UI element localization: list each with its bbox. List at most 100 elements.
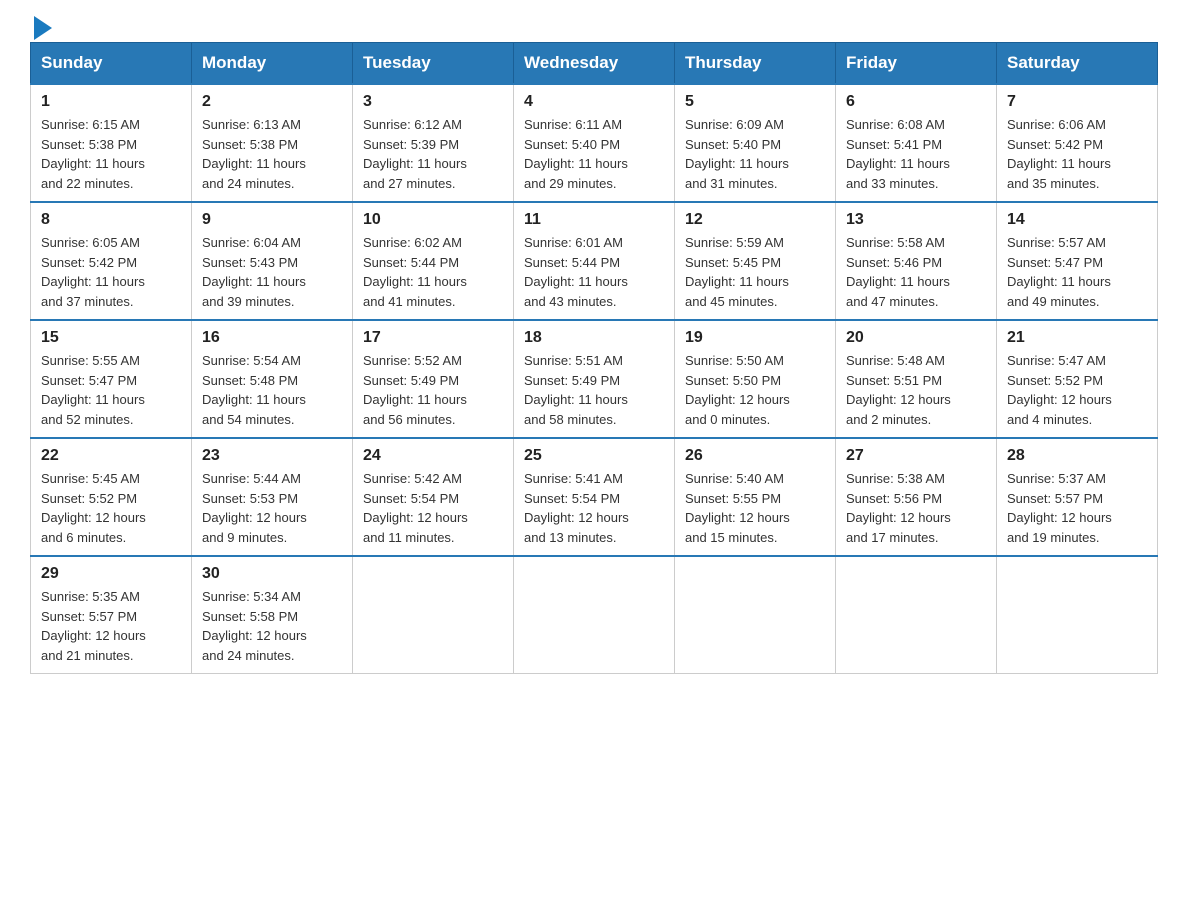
calendar-cell: 5Sunrise: 6:09 AMSunset: 5:40 PMDaylight… xyxy=(675,84,836,202)
day-info: Sunrise: 6:13 AMSunset: 5:38 PMDaylight:… xyxy=(202,115,342,193)
day-number: 19 xyxy=(685,329,825,347)
column-header-thursday: Thursday xyxy=(675,43,836,85)
calendar-cell xyxy=(836,556,997,674)
calendar-cell: 23Sunrise: 5:44 AMSunset: 5:53 PMDayligh… xyxy=(192,438,353,556)
calendar-week-row: 22 Sunrise: 5:45 AMSunset: 5:52 PMDayligh… xyxy=(31,438,1158,556)
calendar-cell: 6 Sunrise: 6:08 AMSunset: 5:41 PMDaylight… xyxy=(836,84,997,202)
day-number: 6 xyxy=(846,93,986,111)
calendar-cell: 29 Sunrise: 5:35 AMSunset: 5:57 PMDayligh… xyxy=(31,556,192,674)
column-header-saturday: Saturday xyxy=(997,43,1158,85)
column-header-sunday: Sunday xyxy=(31,43,192,85)
day-info: Sunrise: 5:35 AMSunset: 5:57 PMDaylight:… xyxy=(41,587,181,665)
calendar-week-row: 8 Sunrise: 6:05 AMSunset: 5:42 PMDaylight… xyxy=(31,202,1158,320)
logo xyxy=(30,20,52,32)
column-header-wednesday: Wednesday xyxy=(514,43,675,85)
calendar-cell xyxy=(675,556,836,674)
day-number: 27 xyxy=(846,447,986,465)
page-header xyxy=(30,20,1158,32)
day-info: Sunrise: 5:47 AMSunset: 5:52 PMDaylight:… xyxy=(1007,351,1147,429)
day-info: Sunrise: 5:42 AMSunset: 5:54 PMDaylight:… xyxy=(363,469,503,547)
day-info: Sunrise: 5:57 AMSunset: 5:47 PMDaylight:… xyxy=(1007,233,1147,311)
day-info: Sunrise: 6:11 AMSunset: 5:40 PMDaylight:… xyxy=(524,115,664,193)
calendar-cell: 12Sunrise: 5:59 AMSunset: 5:45 PMDayligh… xyxy=(675,202,836,320)
day-number: 3 xyxy=(363,93,503,111)
day-number: 26 xyxy=(685,447,825,465)
day-number: 15 xyxy=(41,329,181,347)
day-info: Sunrise: 6:12 AMSunset: 5:39 PMDaylight:… xyxy=(363,115,503,193)
day-info: Sunrise: 5:58 AMSunset: 5:46 PMDaylight:… xyxy=(846,233,986,311)
calendar-header-row: SundayMondayTuesdayWednesdayThursdayFrid… xyxy=(31,43,1158,85)
day-number: 4 xyxy=(524,93,664,111)
day-info: Sunrise: 6:04 AMSunset: 5:43 PMDaylight:… xyxy=(202,233,342,311)
calendar-cell: 25 Sunrise: 5:41 AMSunset: 5:54 PMDayligh… xyxy=(514,438,675,556)
calendar-cell: 3 Sunrise: 6:12 AMSunset: 5:39 PMDaylight… xyxy=(353,84,514,202)
day-number: 2 xyxy=(202,93,342,111)
calendar-week-row: 29 Sunrise: 5:35 AMSunset: 5:57 PMDayligh… xyxy=(31,556,1158,674)
calendar-cell: 9 Sunrise: 6:04 AMSunset: 5:43 PMDaylight… xyxy=(192,202,353,320)
calendar-cell: 16 Sunrise: 5:54 AMSunset: 5:48 PMDayligh… xyxy=(192,320,353,438)
calendar-week-row: 1Sunrise: 6:15 AMSunset: 5:38 PMDaylight… xyxy=(31,84,1158,202)
day-number: 18 xyxy=(524,329,664,347)
calendar-cell: 28 Sunrise: 5:37 AMSunset: 5:57 PMDayligh… xyxy=(997,438,1158,556)
day-info: Sunrise: 5:40 AMSunset: 5:55 PMDaylight:… xyxy=(685,469,825,547)
calendar-cell xyxy=(997,556,1158,674)
day-number: 22 xyxy=(41,447,181,465)
calendar-cell: 19 Sunrise: 5:50 AMSunset: 5:50 PMDayligh… xyxy=(675,320,836,438)
day-info: Sunrise: 5:52 AMSunset: 5:49 PMDaylight:… xyxy=(363,351,503,429)
day-number: 8 xyxy=(41,211,181,229)
calendar-cell: 13 Sunrise: 5:58 AMSunset: 5:46 PMDayligh… xyxy=(836,202,997,320)
day-info: Sunrise: 5:45 AMSunset: 5:52 PMDaylight:… xyxy=(41,469,181,547)
day-number: 28 xyxy=(1007,447,1147,465)
day-number: 16 xyxy=(202,329,342,347)
day-info: Sunrise: 5:50 AMSunset: 5:50 PMDaylight:… xyxy=(685,351,825,429)
calendar-cell: 17 Sunrise: 5:52 AMSunset: 5:49 PMDayligh… xyxy=(353,320,514,438)
day-number: 29 xyxy=(41,565,181,583)
day-number: 11 xyxy=(524,211,664,229)
calendar-cell: 11 Sunrise: 6:01 AMSunset: 5:44 PMDayligh… xyxy=(514,202,675,320)
calendar-cell: 15 Sunrise: 5:55 AMSunset: 5:47 PMDayligh… xyxy=(31,320,192,438)
day-info: Sunrise: 5:37 AMSunset: 5:57 PMDaylight:… xyxy=(1007,469,1147,547)
day-info: Sunrise: 6:09 AMSunset: 5:40 PMDaylight:… xyxy=(685,115,825,193)
day-number: 9 xyxy=(202,211,342,229)
calendar-cell xyxy=(514,556,675,674)
day-info: Sunrise: 5:54 AMSunset: 5:48 PMDaylight:… xyxy=(202,351,342,429)
calendar-cell: 24 Sunrise: 5:42 AMSunset: 5:54 PMDayligh… xyxy=(353,438,514,556)
calendar-cell: 27 Sunrise: 5:38 AMSunset: 5:56 PMDayligh… xyxy=(836,438,997,556)
day-number: 1 xyxy=(41,93,181,111)
day-number: 25 xyxy=(524,447,664,465)
day-number: 24 xyxy=(363,447,503,465)
day-info: Sunrise: 6:01 AMSunset: 5:44 PMDaylight:… xyxy=(524,233,664,311)
day-info: Sunrise: 6:06 AMSunset: 5:42 PMDaylight:… xyxy=(1007,115,1147,193)
day-info: Sunrise: 5:48 AMSunset: 5:51 PMDaylight:… xyxy=(846,351,986,429)
day-info: Sunrise: 6:05 AMSunset: 5:42 PMDaylight:… xyxy=(41,233,181,311)
day-number: 14 xyxy=(1007,211,1147,229)
calendar-cell: 4 Sunrise: 6:11 AMSunset: 5:40 PMDaylight… xyxy=(514,84,675,202)
day-number: 7 xyxy=(1007,93,1147,111)
day-number: 30 xyxy=(202,565,342,583)
day-number: 17 xyxy=(363,329,503,347)
day-info: Sunrise: 5:41 AMSunset: 5:54 PMDaylight:… xyxy=(524,469,664,547)
column-header-tuesday: Tuesday xyxy=(353,43,514,85)
day-info: Sunrise: 5:44 AMSunset: 5:53 PMDaylight:… xyxy=(202,469,342,547)
calendar-cell: 14 Sunrise: 5:57 AMSunset: 5:47 PMDayligh… xyxy=(997,202,1158,320)
calendar-cell: 26 Sunrise: 5:40 AMSunset: 5:55 PMDayligh… xyxy=(675,438,836,556)
calendar-cell: 2 Sunrise: 6:13 AMSunset: 5:38 PMDaylight… xyxy=(192,84,353,202)
day-info: Sunrise: 6:08 AMSunset: 5:41 PMDaylight:… xyxy=(846,115,986,193)
day-info: Sunrise: 6:02 AMSunset: 5:44 PMDaylight:… xyxy=(363,233,503,311)
column-header-monday: Monday xyxy=(192,43,353,85)
calendar-cell: 18Sunrise: 5:51 AMSunset: 5:49 PMDayligh… xyxy=(514,320,675,438)
day-info: Sunrise: 5:55 AMSunset: 5:47 PMDaylight:… xyxy=(41,351,181,429)
day-number: 10 xyxy=(363,211,503,229)
calendar-cell xyxy=(353,556,514,674)
calendar-cell: 1Sunrise: 6:15 AMSunset: 5:38 PMDaylight… xyxy=(31,84,192,202)
calendar-cell: 21Sunrise: 5:47 AMSunset: 5:52 PMDayligh… xyxy=(997,320,1158,438)
day-number: 13 xyxy=(846,211,986,229)
calendar-table: SundayMondayTuesdayWednesdayThursdayFrid… xyxy=(30,42,1158,674)
calendar-cell: 30Sunrise: 5:34 AMSunset: 5:58 PMDayligh… xyxy=(192,556,353,674)
logo-arrow-icon xyxy=(34,16,52,40)
calendar-cell: 10 Sunrise: 6:02 AMSunset: 5:44 PMDayligh… xyxy=(353,202,514,320)
day-info: Sunrise: 5:38 AMSunset: 5:56 PMDaylight:… xyxy=(846,469,986,547)
calendar-cell: 7 Sunrise: 6:06 AMSunset: 5:42 PMDaylight… xyxy=(997,84,1158,202)
day-info: Sunrise: 5:59 AMSunset: 5:45 PMDaylight:… xyxy=(685,233,825,311)
calendar-cell: 8 Sunrise: 6:05 AMSunset: 5:42 PMDaylight… xyxy=(31,202,192,320)
